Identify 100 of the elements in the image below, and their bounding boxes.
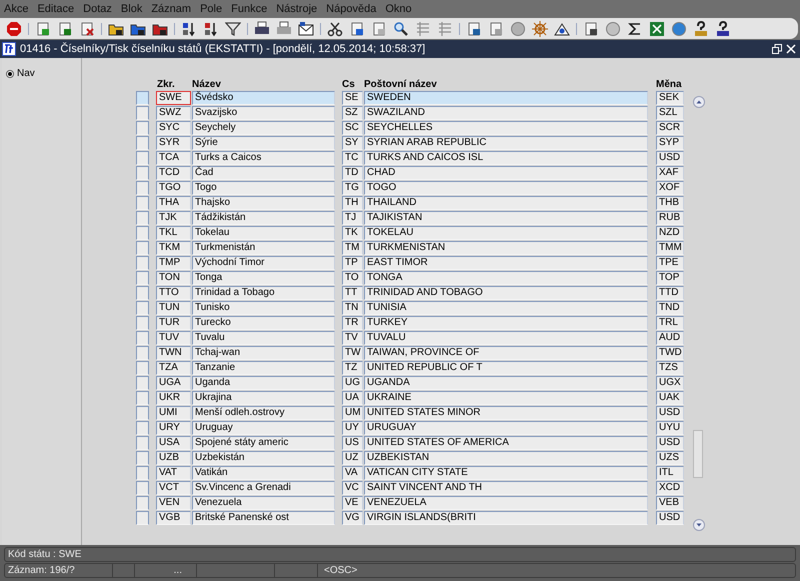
table-cell[interactable]: VA	[342, 466, 363, 480]
table-cell[interactable]: Tádžikistán	[192, 211, 335, 225]
table-cell[interactable]: TR	[342, 316, 363, 330]
close-icon[interactable]	[786, 44, 796, 54]
table-cell[interactable]: UKR	[156, 391, 191, 405]
record-selector[interactable]	[136, 361, 149, 375]
menu-item[interactable]: Záznam	[151, 0, 192, 18]
table-cell[interactable]: TPE	[656, 256, 684, 270]
table-cell[interactable]: TON	[156, 271, 191, 285]
table-cell[interactable]: Čad	[192, 166, 335, 180]
record-selector[interactable]	[136, 316, 149, 330]
delete-record-icon[interactable]	[79, 20, 95, 36]
table-cell[interactable]: TRINIDAD AND TOBAGO	[364, 286, 648, 300]
table-cell[interactable]: Tuvalu	[192, 331, 335, 345]
table-cell[interactable]: UKRAINE	[364, 391, 648, 405]
table-cell[interactable]: TMP	[156, 256, 191, 270]
record-selector[interactable]	[136, 286, 149, 300]
table-cell[interactable]: TGO	[156, 181, 191, 195]
menu-item[interactable]: Akce	[4, 0, 28, 18]
table-cell[interactable]: UZB	[156, 451, 191, 465]
nav-radio[interactable]: Nav	[6, 66, 81, 81]
table-cell[interactable]: Sýrie	[192, 136, 335, 150]
table-cell[interactable]: VEB	[656, 496, 684, 510]
context-help-icon[interactable]	[715, 20, 731, 36]
scroll-up-icon[interactable]	[692, 96, 704, 108]
record-selector[interactable]	[136, 151, 149, 165]
record-selector[interactable]	[136, 406, 149, 420]
table-cell[interactable]: VAT	[156, 466, 191, 480]
table-cell[interactable]: SYP	[656, 136, 684, 150]
table-cell[interactable]: SE	[342, 91, 363, 105]
table-cell[interactable]: SZ	[342, 106, 363, 120]
table-cell[interactable]: TK	[342, 226, 363, 240]
table-cell[interactable]: TP	[342, 256, 363, 270]
record-selector[interactable]	[136, 106, 149, 120]
menu-item[interactable]: Nástroje	[276, 0, 318, 18]
record-selector[interactable]	[136, 496, 149, 510]
table-cell[interactable]: RUB	[656, 211, 684, 225]
table-cell[interactable]: THB	[656, 196, 684, 210]
menu-item[interactable]: Dotaz	[83, 0, 112, 18]
table-cell[interactable]: TMM	[656, 241, 684, 255]
record-selector[interactable]	[136, 466, 149, 480]
table-cell[interactable]: TWD	[656, 346, 684, 360]
table-cell[interactable]: TTO	[156, 286, 191, 300]
table-cell[interactable]: UYU	[656, 421, 684, 435]
table-cell[interactable]: TJK	[156, 211, 191, 225]
table-cell[interactable]: Britské Panenské ost	[192, 511, 335, 525]
spreadsheet-icon[interactable]	[649, 20, 665, 36]
record-selector[interactable]	[136, 421, 149, 435]
table-cell[interactable]: TWN	[156, 346, 191, 360]
record-selector[interactable]	[136, 481, 149, 495]
record-selector[interactable]	[136, 166, 149, 180]
table-cell[interactable]: Turks a Caicos	[192, 151, 335, 165]
table-cell[interactable]: TUV	[156, 331, 191, 345]
table-cell[interactable]: TW	[342, 346, 363, 360]
table-cell[interactable]: USD	[656, 436, 684, 450]
table-cell[interactable]: VC	[342, 481, 363, 495]
table-cell[interactable]: TURKMENISTAN	[364, 241, 648, 255]
table-cell[interactable]: TZA	[156, 361, 191, 375]
table-cell[interactable]: XCD	[656, 481, 684, 495]
table-cell[interactable]: Vatikán	[192, 466, 335, 480]
record-selector[interactable]	[136, 391, 149, 405]
table-cell[interactable]: UA	[342, 391, 363, 405]
table-cell[interactable]: EAST TIMOR	[364, 256, 648, 270]
print-preview-icon[interactable]	[276, 20, 292, 36]
table-cell[interactable]: VE	[342, 496, 363, 510]
table-cell[interactable]: URY	[156, 421, 191, 435]
scroll-thumb[interactable]	[693, 430, 703, 478]
sort-descending-icon[interactable]	[203, 20, 219, 36]
table-cell[interactable]: URUGUAY	[364, 421, 648, 435]
table-cell[interactable]: TTD	[656, 286, 684, 300]
table-cell[interactable]: Švédsko	[192, 91, 335, 105]
table-cell[interactable]: SCR	[656, 121, 684, 135]
table-cell[interactable]: SYR	[156, 136, 191, 150]
mail-icon[interactable]	[298, 20, 314, 36]
sum-icon[interactable]	[627, 20, 643, 36]
table-cell[interactable]: Thajsko	[192, 196, 335, 210]
table-cell[interactable]: Východní Timor	[192, 256, 335, 270]
record-selector[interactable]	[136, 451, 149, 465]
table-cell[interactable]: TUVALU	[364, 331, 648, 345]
sort-ascending-icon[interactable]	[181, 20, 197, 36]
table-cell[interactable]: Tunisko	[192, 301, 335, 315]
table-cell[interactable]: USA	[156, 436, 191, 450]
record-selector[interactable]	[136, 211, 149, 225]
table-cell[interactable]: TH	[342, 196, 363, 210]
table-cell[interactable]: UM	[342, 406, 363, 420]
table-cell[interactable]: TT	[342, 286, 363, 300]
record-selector[interactable]	[136, 181, 149, 195]
table-cell[interactable]: SWAZILAND	[364, 106, 648, 120]
table-cell[interactable]: UG	[342, 376, 363, 390]
scroll-down-icon[interactable]	[692, 519, 704, 531]
table-cell[interactable]: SWEDEN	[364, 91, 648, 105]
table-cell[interactable]: CHAD	[364, 166, 648, 180]
table-cell[interactable]: UZ	[342, 451, 363, 465]
table-cell[interactable]: UNITED STATES MINOR	[364, 406, 648, 420]
table-cell[interactable]: UGA	[156, 376, 191, 390]
table-cell[interactable]: Uganda	[192, 376, 335, 390]
table-cell[interactable]: UNITED REPUBLIC OF T	[364, 361, 648, 375]
table-cell[interactable]: TAJIKISTAN	[364, 211, 648, 225]
record-selector[interactable]	[136, 271, 149, 285]
table-cell[interactable]: Turecko	[192, 316, 335, 330]
